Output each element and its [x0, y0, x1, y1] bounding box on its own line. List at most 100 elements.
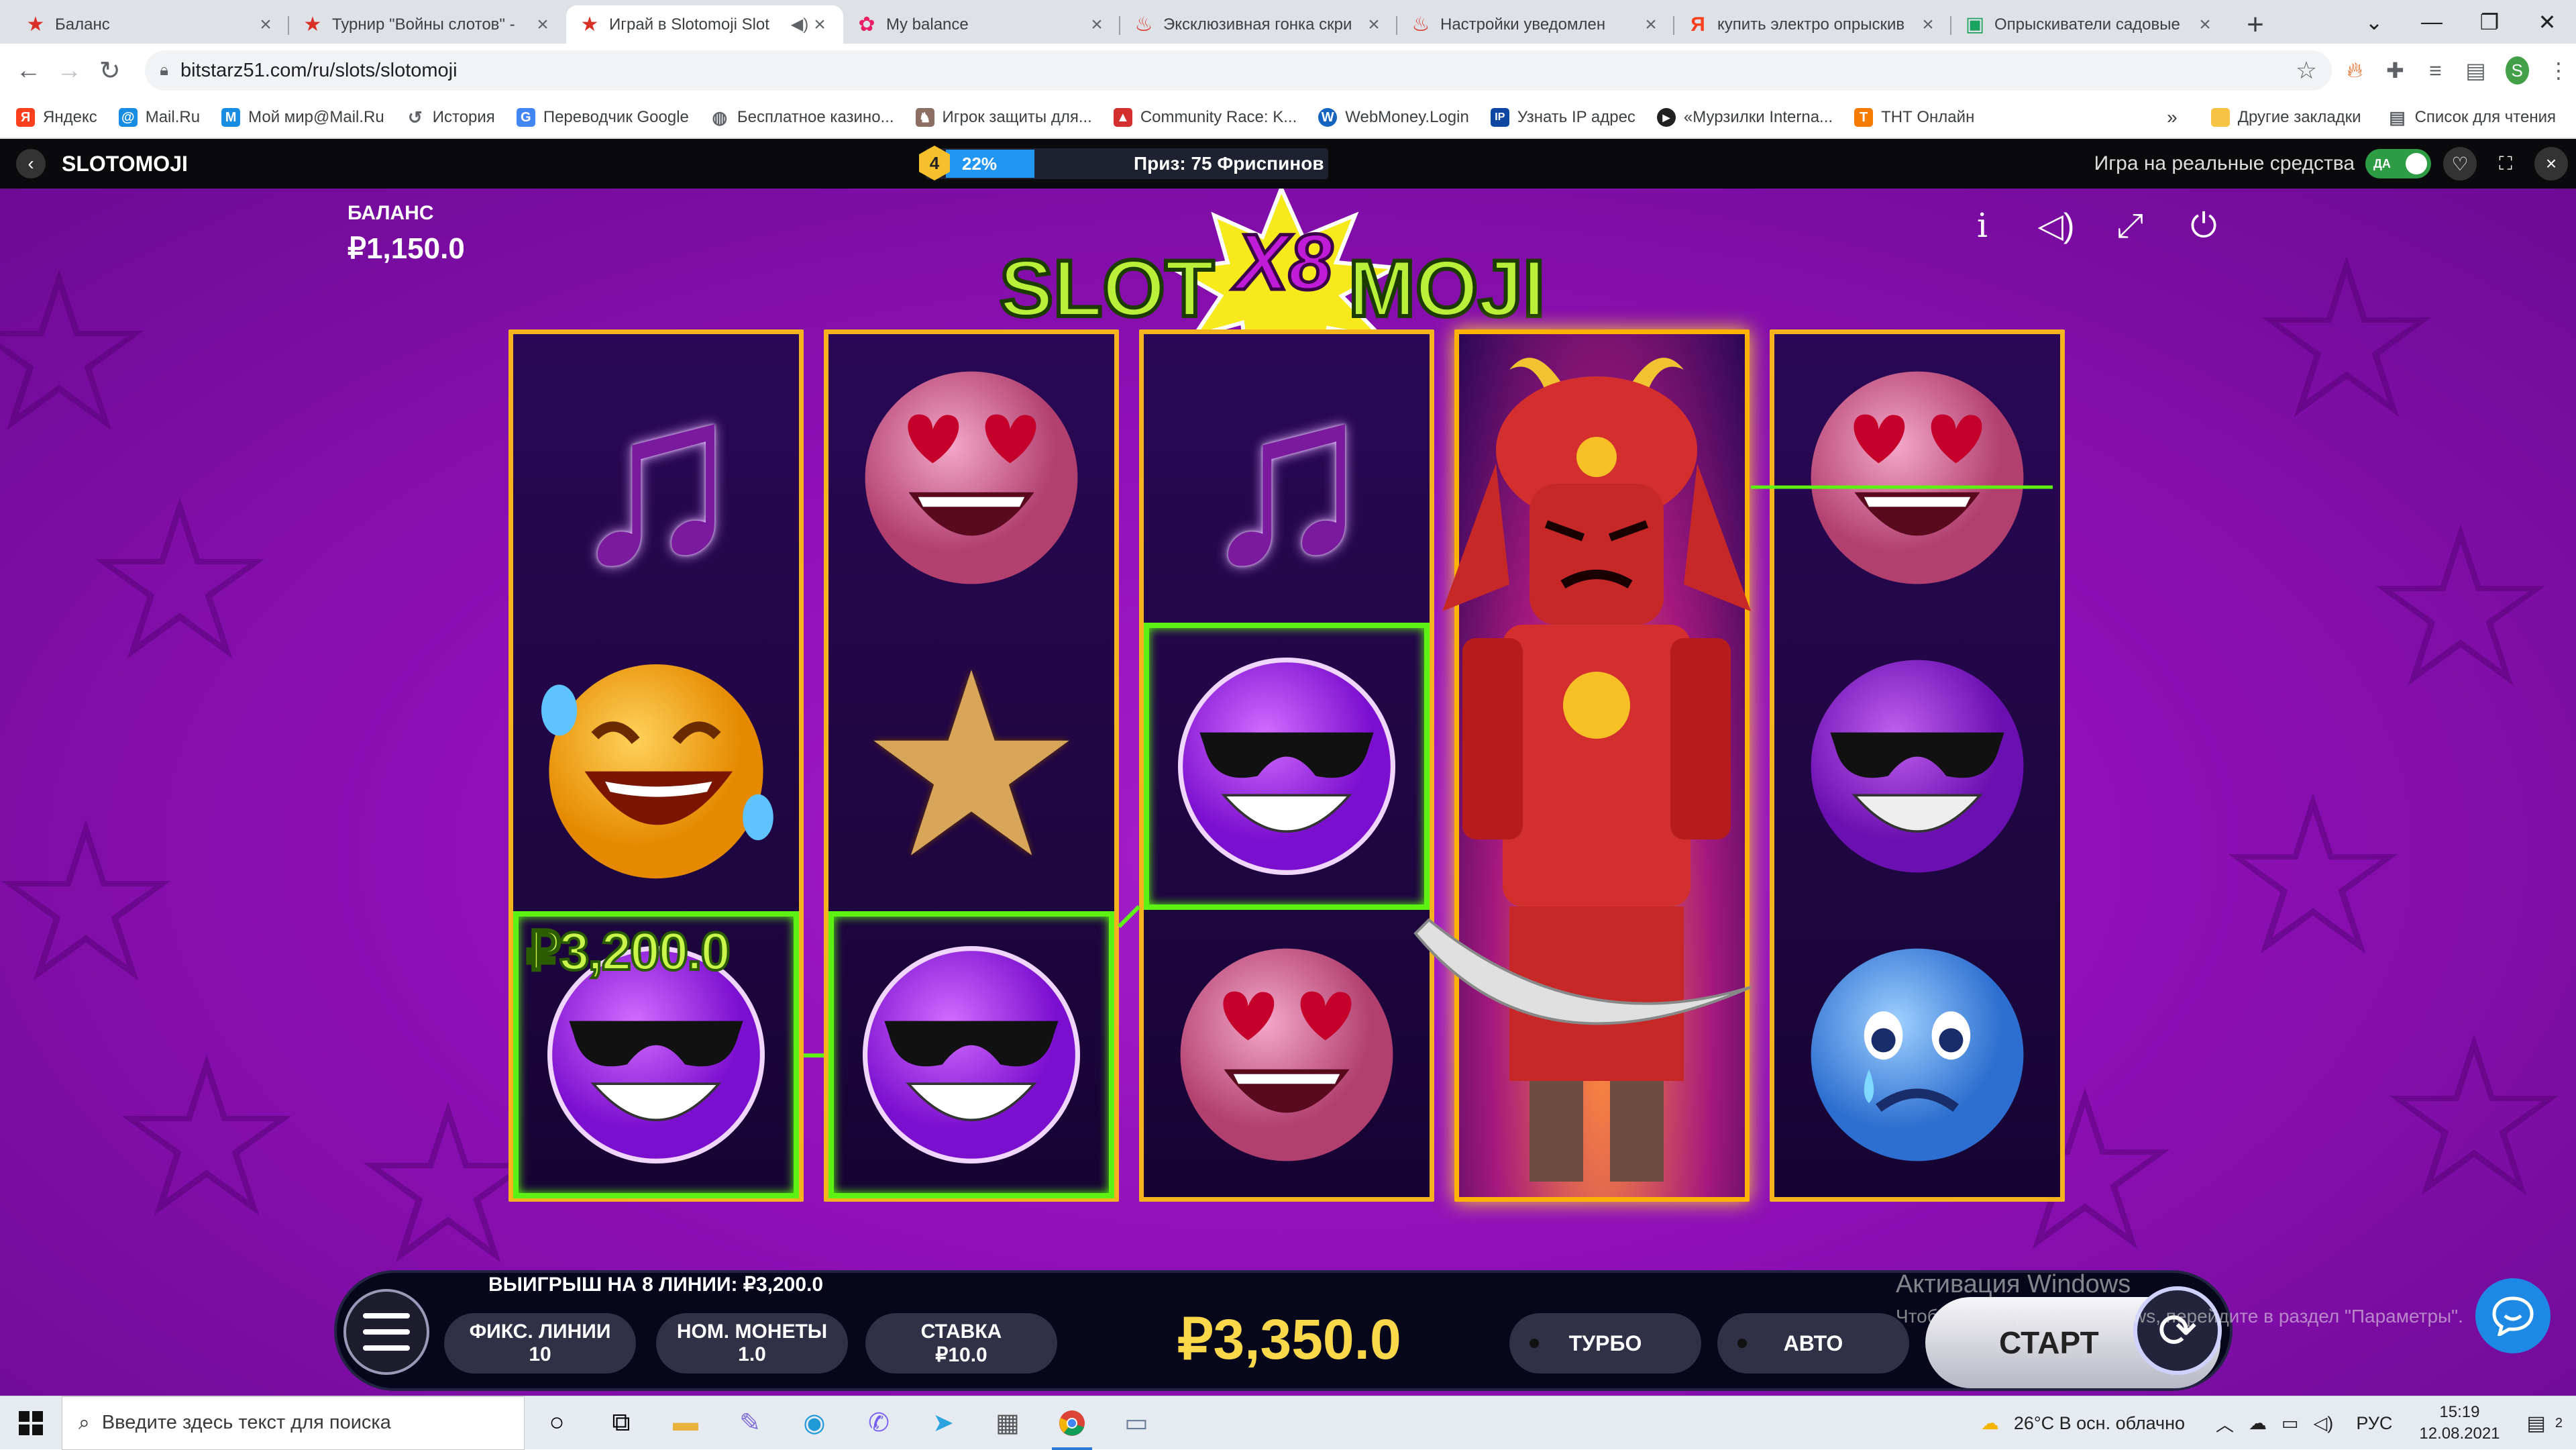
- reading-list-icon[interactable]: ▤: [2458, 50, 2493, 91]
- tab-title: Турнир "Войны слотов" -: [332, 15, 515, 34]
- ip-icon: IP: [1490, 108, 1509, 127]
- bookmark-item[interactable]: Я Яндекс: [16, 108, 97, 127]
- network-icon[interactable]: ▭: [2282, 1413, 2299, 1434]
- viber-icon[interactable]: ✆: [847, 1396, 911, 1450]
- media-control-icon[interactable]: ≡: [2418, 50, 2453, 91]
- bookmark-item[interactable]: ♞ Игрок защиты для...: [915, 108, 1092, 127]
- coin-value-label: НОМ. МОНЕТЫ: [676, 1320, 828, 1343]
- new-tab-button[interactable]: +: [2235, 5, 2275, 44]
- bookmark-item[interactable]: M Мой мир@Mail.Ru: [221, 108, 384, 127]
- task-view-icon[interactable]: ⧉: [589, 1396, 653, 1450]
- chrome-icon[interactable]: [1040, 1396, 1104, 1450]
- bookmark-item[interactable]: Т ТНТ Онлайн: [1854, 108, 1974, 127]
- browser-toolbar: ← → ↻ 🔒︎ bitstarz51.com/ru/slots/slotomo…: [0, 44, 2576, 97]
- reload-icon[interactable]: ↻: [93, 51, 126, 90]
- taskbar-search-box[interactable]: ⌕ Введите здесь текст для поиска: [62, 1396, 525, 1450]
- bookmark-item[interactable]: ▲ Community Race: K...: [1113, 108, 1297, 127]
- chrome-logo: [1059, 1410, 1085, 1436]
- lock-icon[interactable]: 🔒︎: [160, 61, 168, 80]
- yandex-icon: Я: [1690, 13, 1705, 36]
- bookmark-item[interactable]: ◍ Бесплатное казино...: [710, 107, 894, 127]
- kebab-menu-icon[interactable]: ⋮: [2541, 50, 2576, 91]
- close-tab-icon[interactable]: ×: [1918, 13, 1938, 36]
- tray-chevron-icon[interactable]: ︿: [2216, 1410, 2234, 1437]
- browser-tab-active[interactable]: ★ Играй в Slotomoji Slot ◀) ×: [566, 5, 843, 44]
- browser-tab[interactable]: ✿ My balance ×: [843, 5, 1120, 44]
- onedrive-icon[interactable]: ☁: [2249, 1413, 2267, 1434]
- bookmark-item[interactable]: G Переводчик Google: [516, 108, 689, 127]
- translate-icon: G: [516, 108, 535, 127]
- gift-icon: ♨: [1411, 13, 1430, 36]
- page-icon: ▣: [1965, 13, 1985, 36]
- bookmark-item[interactable]: IP Узнать IP адрес: [1490, 108, 1635, 127]
- telegram-icon[interactable]: ➤: [911, 1396, 975, 1450]
- bet-control[interactable]: СТАВКА ₽10.0: [865, 1313, 1057, 1374]
- reading-list[interactable]: ▤ Список для чтения: [2388, 107, 2556, 127]
- speaker-icon[interactable]: ◀): [790, 15, 810, 34]
- edge-icon[interactable]: ◉: [782, 1396, 847, 1450]
- other-bookmarks[interactable]: Другие закладки: [2210, 108, 2361, 127]
- close-tab-icon[interactable]: ×: [1087, 13, 1107, 36]
- forward-arrow-icon[interactable]: →: [53, 51, 86, 90]
- browser-tab[interactable]: ♨ Настройки уведомлен ×: [1397, 5, 1674, 44]
- browser-tab[interactable]: Я купить электро опрыскив ×: [1674, 5, 1951, 44]
- windows-start-button[interactable]: [0, 1396, 62, 1450]
- extension-fire-icon[interactable]: 🔥︎: [2337, 50, 2372, 91]
- real-money-toggle[interactable]: ДА: [2365, 149, 2431, 178]
- file-explorer-icon[interactable]: ▬: [653, 1396, 718, 1450]
- hamburger-icon: [363, 1313, 410, 1351]
- back-chevron-icon[interactable]: ‹: [16, 149, 46, 178]
- volume-icon[interactable]: ◁): [2314, 1413, 2334, 1434]
- browser-tab[interactable]: ▣ Опрыскиватели садовые ×: [1951, 5, 2229, 44]
- bookmarks-more-button[interactable]: »: [2167, 107, 2178, 128]
- window-app-icon[interactable]: ▭: [1104, 1396, 1169, 1450]
- tab-search-icon[interactable]: ⌄: [2345, 0, 2403, 44]
- tab-title: Баланс: [55, 15, 110, 34]
- clock-time: 15:19: [2439, 1403, 2480, 1421]
- browser-tab[interactable]: ♨ Эксклюзивная гонка скри ×: [1120, 5, 1397, 44]
- close-icon[interactable]: ×: [2534, 147, 2568, 180]
- browser-tab[interactable]: ★ Турнир "Войны слотов" - ×: [289, 5, 566, 44]
- notification-icon[interactable]: ▤: [2527, 1412, 2546, 1435]
- fixed-lines-control[interactable]: ФИКС. ЛИНИИ 10: [444, 1313, 636, 1374]
- fullscreen-icon[interactable]: ⛶: [2489, 147, 2522, 180]
- maximize-button[interactable]: ❐: [2461, 0, 2518, 44]
- profile-avatar[interactable]: S: [2505, 56, 2529, 85]
- bookmark-item[interactable]: @ Mail.Ru: [118, 108, 200, 127]
- weather-text[interactable]: 26°C В осн. облачно: [2014, 1413, 2185, 1434]
- auto-toggle[interactable]: АВТО: [1717, 1313, 1909, 1374]
- star-icon: ★: [26, 13, 45, 36]
- extensions-puzzle-icon[interactable]: ✚: [2377, 50, 2412, 91]
- coin-value-control[interactable]: НОМ. МОНЕТЫ 1.0: [656, 1313, 848, 1374]
- back-arrow-icon[interactable]: ←: [12, 51, 45, 90]
- bookmark-item[interactable]: ▶ «Мурзилки Interna...: [1656, 108, 1833, 127]
- bookmark-star-icon[interactable]: ☆: [2296, 56, 2317, 85]
- chat-bubble-icon[interactable]: [2475, 1278, 2551, 1353]
- turbo-toggle[interactable]: ТУРБО: [1509, 1313, 1701, 1374]
- cortana-icon[interactable]: ○: [525, 1396, 589, 1450]
- close-tab-icon[interactable]: ×: [1364, 13, 1384, 36]
- close-tab-icon[interactable]: ×: [2195, 13, 2215, 36]
- pen-app-icon[interactable]: ✎: [718, 1396, 782, 1450]
- world-icon: M: [221, 108, 241, 127]
- weather-icon[interactable]: ☁: [1981, 1413, 1999, 1434]
- search-icon: ⌕: [78, 1411, 90, 1434]
- bookmarks-right: » Другие закладки ▤ Список для чтения: [2167, 97, 2556, 138]
- bookmark-item[interactable]: W WebMoney.Login: [1318, 108, 1469, 127]
- favorite-heart-icon[interactable]: ♡: [2443, 147, 2477, 180]
- close-tab-icon[interactable]: ×: [1641, 13, 1661, 36]
- close-tab-icon[interactable]: ×: [810, 13, 830, 36]
- language-indicator[interactable]: РУС: [2356, 1413, 2392, 1434]
- browser-tab[interactable]: ★ Баланс ×: [12, 5, 289, 44]
- samurai-wild-symbol: [1413, 358, 1752, 1182]
- bookmark-item[interactable]: ↺ История: [406, 107, 495, 127]
- minimize-button[interactable]: —: [2403, 0, 2461, 44]
- url-text[interactable]: bitstarz51.com/ru/slots/slotomoji: [180, 60, 2296, 82]
- close-tab-icon[interactable]: ×: [533, 13, 553, 36]
- calculator-icon[interactable]: ▦: [975, 1396, 1040, 1450]
- address-bar[interactable]: 🔒︎ bitstarz51.com/ru/slots/slotomoji ☆: [145, 50, 2332, 91]
- close-window-button[interactable]: ✕: [2518, 0, 2576, 44]
- clock[interactable]: 15:19 12.08.2021: [2419, 1402, 2500, 1445]
- close-tab-icon[interactable]: ×: [256, 13, 276, 36]
- menu-hamburger-icon[interactable]: [343, 1289, 429, 1375]
